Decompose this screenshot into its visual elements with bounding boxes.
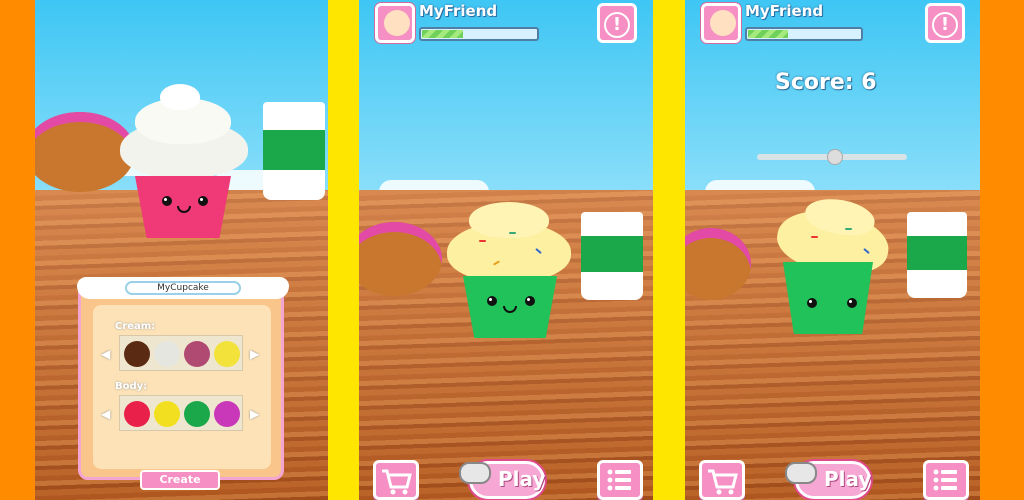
body-label: Body: <box>115 381 148 392</box>
pet-name: MyFriend <box>419 2 498 20</box>
menu-button[interactable] <box>923 460 969 500</box>
shopping-cart-icon <box>708 469 738 495</box>
right-eye <box>847 298 857 308</box>
yellow-divider-2 <box>653 0 685 500</box>
pet-progress-bar <box>745 27 863 41</box>
pet-avatar[interactable] <box>375 3 415 43</box>
list-menu-icon <box>607 469 631 491</box>
screenshot-collage: MyCupcake Cream: ◀ ▶ Body: ◀ ▶ Create My… <box>0 0 1024 500</box>
pet-avatar[interactable] <box>701 3 741 43</box>
right-eye <box>525 296 535 306</box>
cupcake-body <box>783 262 873 334</box>
cream-label: Cream: <box>115 321 156 332</box>
orange-border-left <box>0 0 35 500</box>
body-swatch-1[interactable] <box>124 401 150 427</box>
orange-border-right <box>980 0 1024 500</box>
body-swatch-4[interactable] <box>214 401 240 427</box>
shop-button[interactable] <box>373 460 419 500</box>
coffee-cup-decor <box>581 212 643 300</box>
customize-body: Cream: ◀ ▶ Body: ◀ ▶ <box>93 305 271 469</box>
exclamation-icon: ! <box>604 12 630 38</box>
coffee-cup-decor <box>263 102 325 200</box>
cream-swatch-4[interactable] <box>214 341 240 367</box>
smiley-face-icon <box>710 10 736 36</box>
pet-progress-bar <box>419 27 539 41</box>
shopping-cart-icon <box>382 469 412 495</box>
gamepad-icon <box>459 462 491 484</box>
left-eye <box>487 296 497 306</box>
customize-dialog: MyCupcake Cream: ◀ ▶ Body: ◀ ▶ <box>77 277 289 480</box>
yellow-divider-1 <box>328 0 359 500</box>
pet-name: MyFriend <box>745 2 824 20</box>
gamepad-icon <box>785 462 817 484</box>
slider-knob[interactable] <box>827 149 843 165</box>
smiley-face-icon <box>384 10 410 36</box>
cream-next-arrow[interactable]: ▶ <box>250 347 259 361</box>
alert-button[interactable]: ! <box>925 3 965 43</box>
cream-prev-arrow[interactable]: ◀ <box>101 347 110 361</box>
panel-pet: MyFriend ! Play <box>359 0 653 500</box>
left-eye <box>162 196 172 206</box>
score-display: Score: 6 <box>775 70 877 95</box>
create-button[interactable]: Create <box>140 470 220 490</box>
body-prev-arrow[interactable]: ◀ <box>101 407 110 421</box>
list-menu-icon <box>933 469 957 491</box>
left-eye <box>807 298 817 308</box>
menu-button[interactable] <box>597 460 643 500</box>
progress-fill <box>748 30 788 38</box>
panel-minigame: MyFriend ! Score: 6 Play <box>685 0 980 500</box>
progress-fill <box>422 30 463 38</box>
right-eye <box>198 196 208 206</box>
body-swatch-3[interactable] <box>184 401 210 427</box>
shop-button[interactable] <box>699 460 745 500</box>
play-label: Play <box>498 467 546 491</box>
coffee-cup-decor <box>907 212 967 298</box>
cream-swatch-1[interactable] <box>124 341 150 367</box>
cream-swatch-3[interactable] <box>184 341 210 367</box>
cupcake-name-field[interactable]: MyCupcake <box>125 281 241 295</box>
exclamation-icon: ! <box>932 12 958 38</box>
body-swatch-2[interactable] <box>154 401 180 427</box>
play-label: Play <box>824 467 872 491</box>
cream-swatch-row <box>119 335 243 371</box>
body-next-arrow[interactable]: ▶ <box>250 407 259 421</box>
alert-button[interactable]: ! <box>597 3 637 43</box>
cream-swatch-2[interactable] <box>154 341 180 367</box>
body-swatch-row <box>119 395 243 431</box>
